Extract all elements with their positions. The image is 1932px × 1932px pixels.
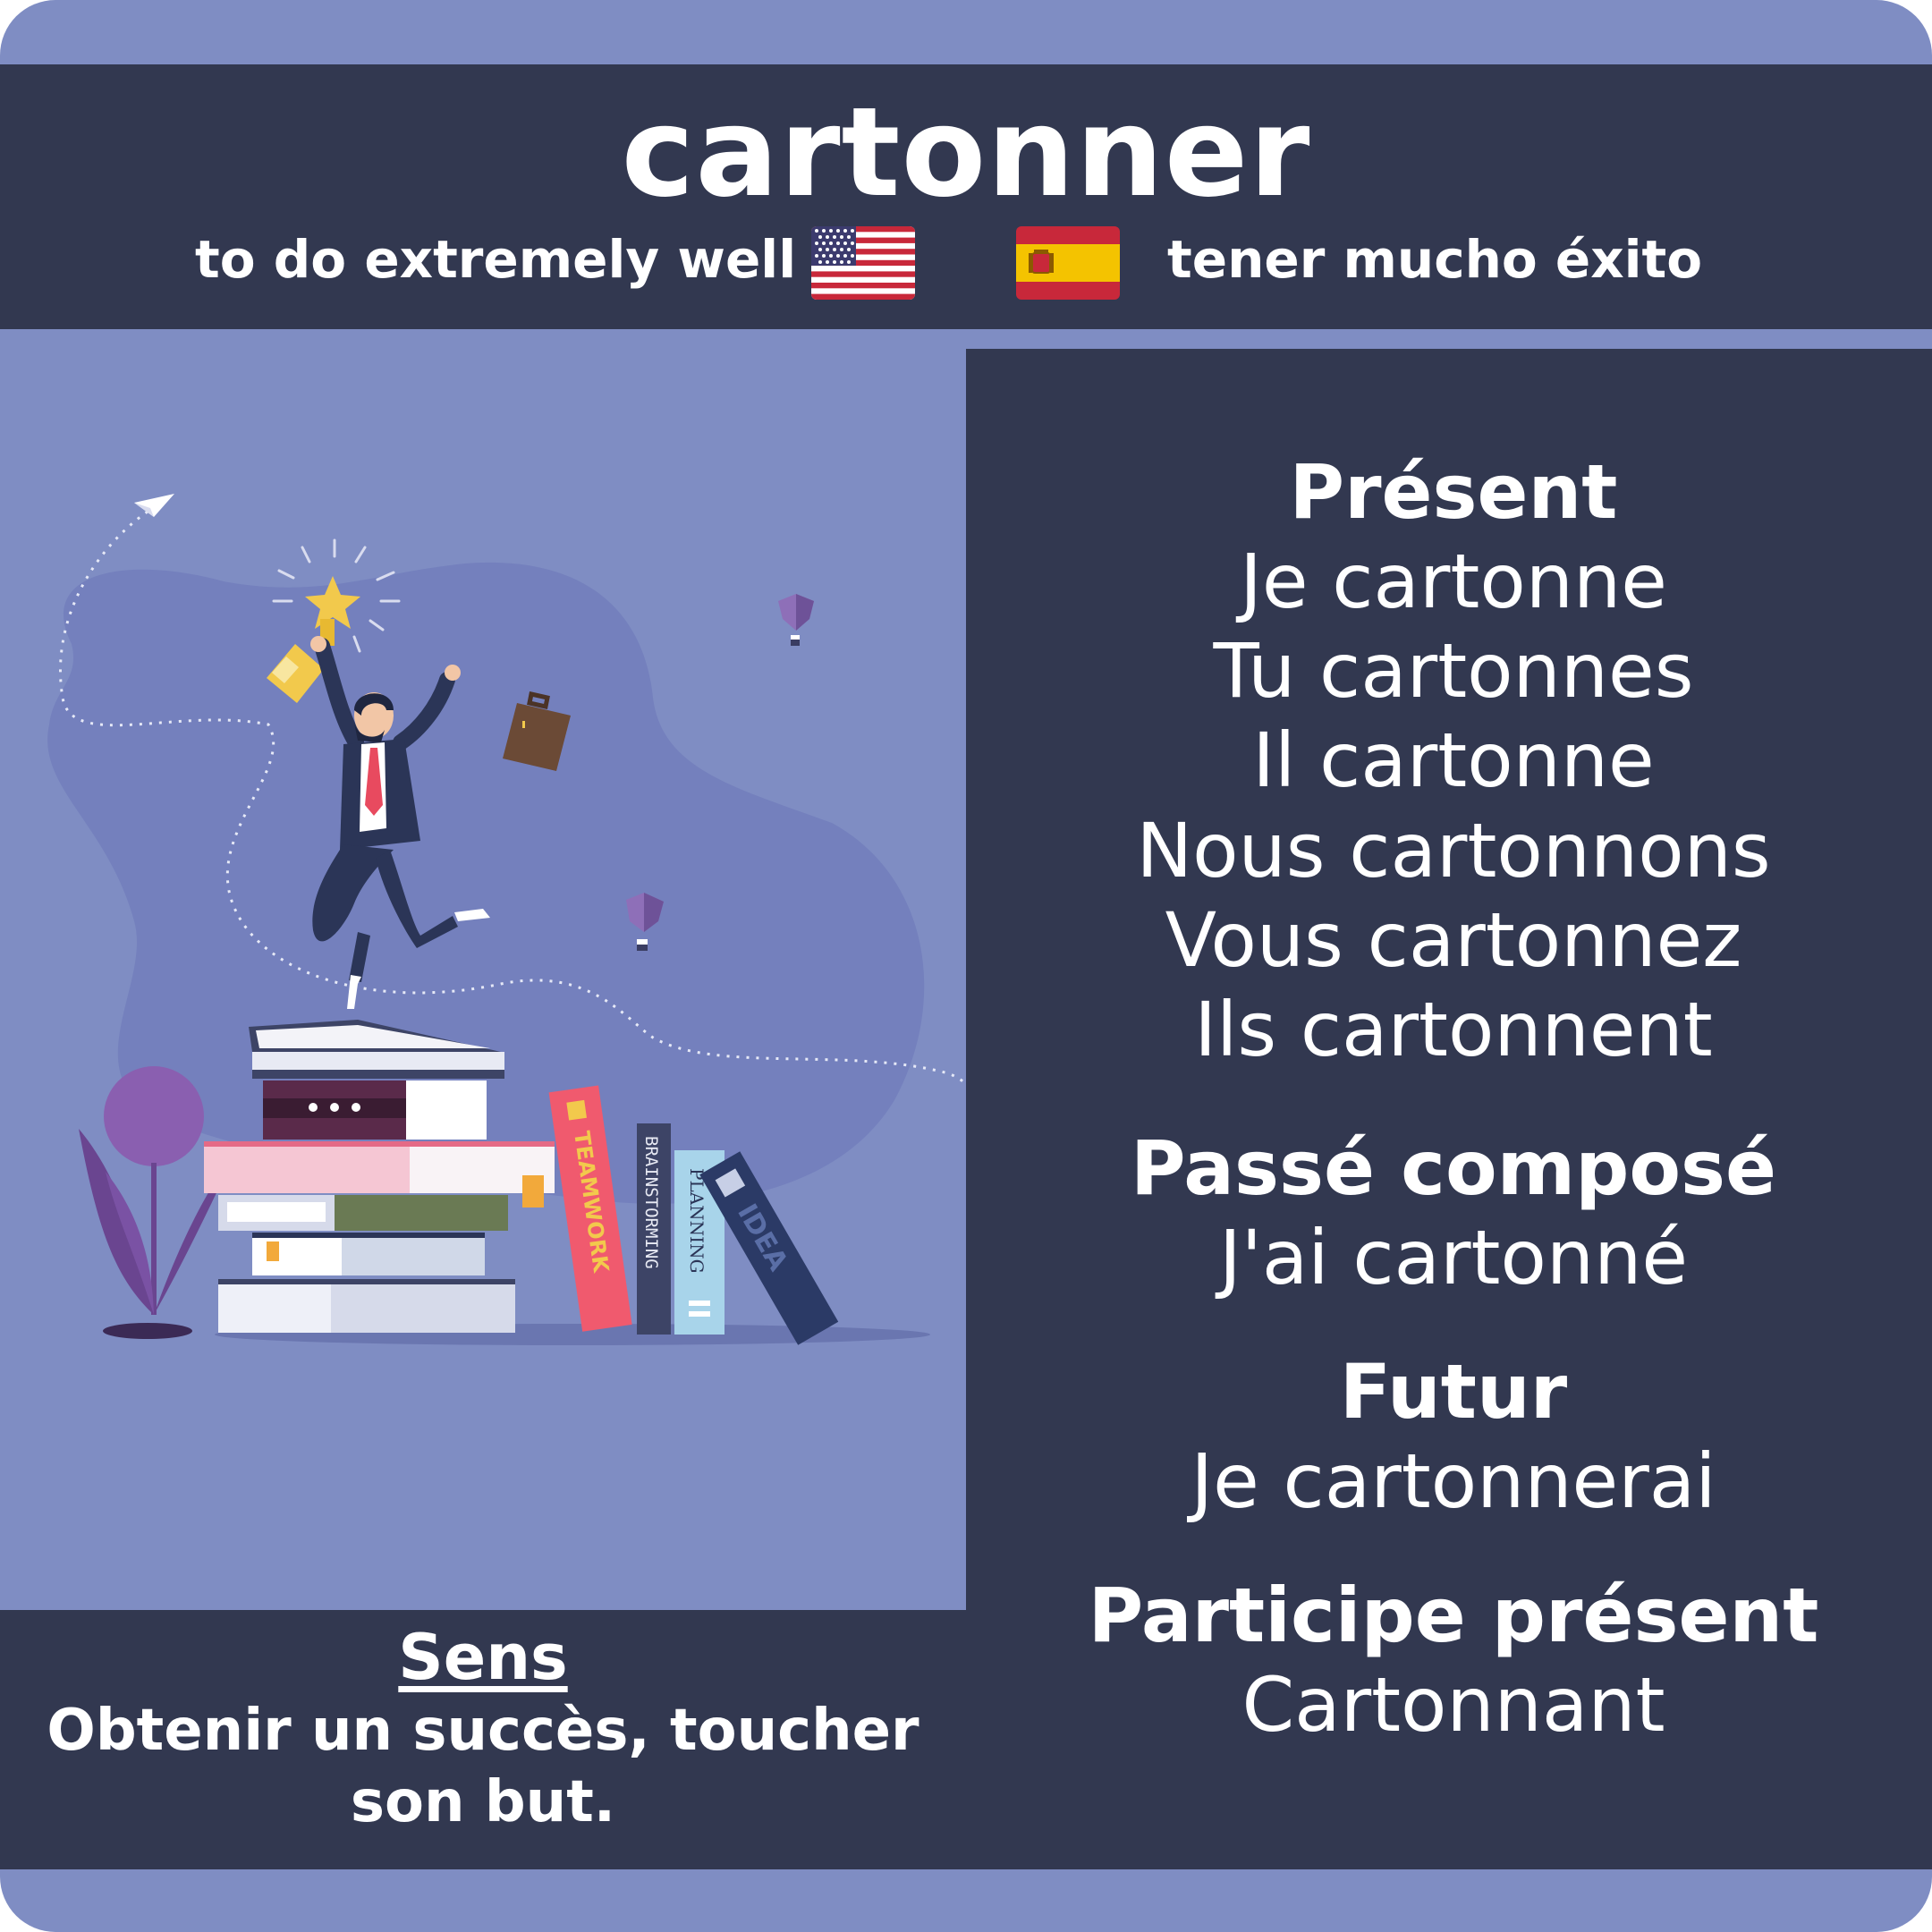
- passe-compose-heading: Passé composé: [1130, 1124, 1777, 1212]
- book-spine-brainstorming: BRAINSTORMING: [641, 1136, 661, 1269]
- present-form-tu: Tu cartonnes: [1213, 627, 1694, 715]
- futur-form: Je cartonnerai: [1191, 1437, 1716, 1525]
- present-form-nous: Nous cartonnons: [1136, 807, 1771, 894]
- meaning-label: Sens: [398, 1621, 568, 1694]
- verb-title: cartonner: [621, 80, 1311, 225]
- book-stack: [204, 1020, 555, 1333]
- present-form-ils: Ils cartonnent: [1194, 986, 1713, 1073]
- present-form-je: Je cartonne: [1240, 538, 1667, 625]
- futur-heading: Futur: [1339, 1348, 1568, 1436]
- english-translation: to do extremely well: [195, 229, 797, 290]
- balloon-icon: [778, 594, 814, 646]
- present-heading: Présent: [1289, 448, 1618, 536]
- us-flag-icon: [811, 226, 915, 300]
- book-spine-planning: PLANNING: [686, 1168, 708, 1274]
- meaning-text: Obtenir un succès, toucher son but.: [47, 1698, 919, 1835]
- success-illustration: TEAMWORK BRAINSTORMING PLANNING IDEA: [0, 331, 1004, 1610]
- passe-compose-form: J'ai cartonné: [1218, 1214, 1689, 1301]
- present-form-vous: Vous cartonnez: [1165, 896, 1742, 984]
- participe-present-form: Cartonnant: [1241, 1661, 1665, 1749]
- present-form-il: Il cartonne: [1252, 716, 1655, 804]
- flashcard: cartonner to do extremely well tener muc…: [0, 0, 1932, 1932]
- spanish-translation: tener mucho éxito: [1167, 229, 1703, 290]
- spain-flag-icon: [1016, 226, 1120, 300]
- participe-present-heading: Participe présent: [1088, 1572, 1819, 1659]
